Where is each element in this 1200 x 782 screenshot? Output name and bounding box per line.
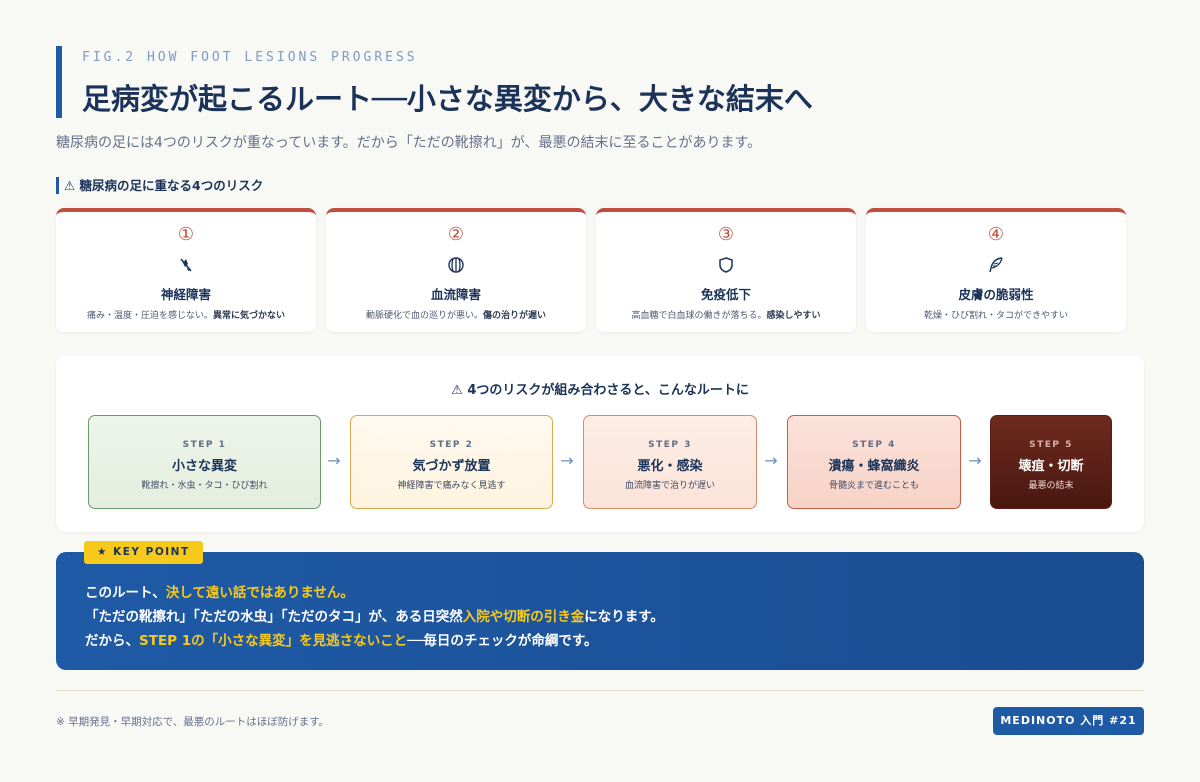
step-title: 潰瘍・蜂窩織炎 xyxy=(828,459,920,474)
key-point-line: 「ただの靴擦れ」「ただの水虫」「ただのタコ」が、ある日突然入院や切断の引き金にな… xyxy=(85,609,664,625)
step-5: STEP 5 壊疽・切断 最悪の結末 xyxy=(990,415,1112,509)
route-title: ⚠ 4つのリスクが組み合わさると、こんなルートに xyxy=(451,383,749,398)
step-2: STEP 2 気づかず放置 神経障害で痛みなく見逃す xyxy=(350,415,553,509)
step-title: 小さな異変 xyxy=(171,459,237,474)
route-panel: ⚠ 4つのリスクが組み合わさると、こんなルートに STEP 1 小さな異変 靴擦… xyxy=(56,355,1144,532)
key-point-text: このルート、決して遠い話ではありません。 「ただの靴擦れ」「ただの水虫」「ただの… xyxy=(85,581,664,653)
nerve-icon xyxy=(56,254,316,276)
step-title: 壊疽・切断 xyxy=(1018,459,1084,474)
footnote: ※ 早期発見・早期対応で、最悪のルートはほぼ防げます。 xyxy=(56,716,330,728)
risk-card-row: ① 神経障害 痛み・温度・圧迫を感じない。異常に気づかない ② 血流障害 動脈硬… xyxy=(56,208,1126,332)
step-description: 神経障害で痛みなく見逃す xyxy=(397,481,506,491)
risk-card-blood-flow: ② 血流障害 動脈硬化で血の巡りが悪い。傷の治りが遅い xyxy=(326,208,586,332)
risk-number: ③ xyxy=(717,224,735,245)
step-description: 骨髄炎まで進むことも xyxy=(828,481,919,491)
risk-title: 免疫低下 xyxy=(700,287,751,302)
key-point-line: だから、STEP 1の「小さな異変」を見逃さないこと──毎日のチェックが命綱です… xyxy=(85,633,598,649)
arrow-right-icon: → xyxy=(327,451,341,470)
risk-description: 動脈硬化で血の巡りが悪い。傷の治りが遅い xyxy=(365,311,547,321)
shield-icon xyxy=(596,254,856,276)
risk-description: 高血糖で白血球の働きが落ちる。感染しやすい xyxy=(631,311,821,321)
risk-number: ① xyxy=(177,224,195,245)
step-label: STEP 1 xyxy=(182,440,227,450)
step-title: 気づかず放置 xyxy=(412,459,491,474)
risk-title: 皮膚の脆弱性 xyxy=(958,287,1034,302)
step-title: 悪化・感染 xyxy=(637,459,703,474)
step-1: STEP 1 小さな異変 靴擦れ・水虫・タコ・ひび割れ xyxy=(88,415,321,509)
footer-divider xyxy=(56,690,1144,691)
step-3: STEP 3 悪化・感染 血流障害で治りが遅い xyxy=(583,415,757,509)
risk-description: 乾燥・ひび割れ・タコができやすい xyxy=(923,311,1068,321)
feather-icon xyxy=(866,254,1126,276)
key-point-line: このルート、決して遠い話ではありません。 xyxy=(85,585,354,601)
risk-description: 痛み・温度・圧迫を感じない。異常に気づかない xyxy=(86,311,286,321)
arrow-right-icon: → xyxy=(560,451,574,470)
page-subtitle: 糖尿病の足には4つのリスクが重なっています。だから「ただの靴擦れ」が、最悪の結末… xyxy=(56,135,762,151)
risk-card-nerve: ① 神経障害 痛み・温度・圧迫を感じない。異常に気づかない xyxy=(56,208,316,332)
risk-number: ④ xyxy=(987,224,1005,245)
figure-label: FIG.2 HOW FOOT LESIONS PROGRESS xyxy=(82,50,418,65)
risk-number: ② xyxy=(447,224,465,245)
risks-heading: ⚠ 糖尿病の足に重なる4つのリスク xyxy=(56,177,263,194)
risk-title: 血流障害 xyxy=(430,287,481,302)
risk-card-immunity: ③ 免疫低下 高血糖で白血球の働きが落ちる。感染しやすい xyxy=(596,208,856,332)
step-label: STEP 3 xyxy=(648,440,692,450)
header: FIG.2 HOW FOOT LESIONS PROGRESS 足病変が起こるル… xyxy=(56,46,1146,118)
key-point-box: ★ KEY POINT このルート、決して遠い話ではありません。 「ただの靴擦れ… xyxy=(56,541,1144,670)
key-point-badge: ★ KEY POINT xyxy=(84,541,203,564)
brand-badge: MEDINOTO 入門 #21 xyxy=(993,707,1144,735)
step-label: STEP 4 xyxy=(852,440,896,450)
step-description: 最悪の結末 xyxy=(1028,481,1074,491)
step-description: 靴擦れ・水虫・タコ・ひび割れ xyxy=(141,481,268,491)
step-label: STEP 2 xyxy=(429,440,474,450)
step-4: STEP 4 潰瘍・蜂窩織炎 骨髄炎まで進むことも xyxy=(787,415,961,509)
risk-card-skin: ④ 皮膚の脆弱性 乾燥・ひび割れ・タコができやすい xyxy=(866,208,1126,332)
blood-flow-icon xyxy=(326,254,586,276)
page-title: 足病変が起こるルート──小さな異変から、大きな結末へ xyxy=(82,82,813,116)
risk-title: 神経障害 xyxy=(160,287,211,302)
arrow-right-icon: → xyxy=(764,451,778,470)
step-description: 血流障害で治りが遅い xyxy=(624,481,715,491)
arrow-right-icon: → xyxy=(968,451,982,470)
step-label: STEP 5 xyxy=(1029,440,1073,450)
